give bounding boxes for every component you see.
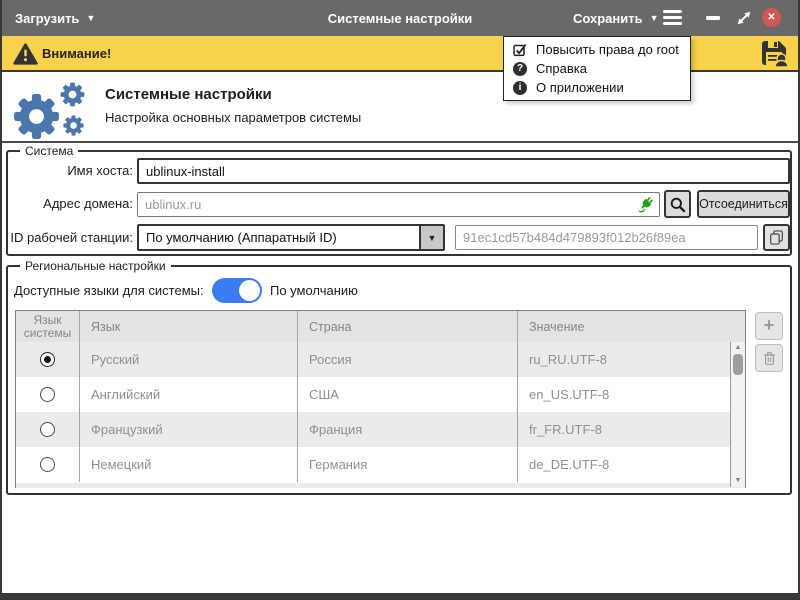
- workstation-id-label: ID рабочей станции:: [8, 224, 133, 251]
- system-language-radio[interactable]: [40, 422, 55, 437]
- table-row[interactable]: Французкий Франция fr_FR.UTF-8: [16, 412, 745, 447]
- chevron-down-icon: ▼: [86, 14, 95, 23]
- system-language-radio[interactable]: [40, 387, 55, 402]
- trash-icon: [761, 350, 778, 367]
- disconnect-button[interactable]: Отсоединиться: [697, 190, 790, 218]
- cell-country: США: [298, 377, 518, 412]
- select-arrow-icon: ▼: [419, 226, 443, 249]
- load-menu-label: Загрузить: [15, 11, 79, 26]
- cell-country: Германия: [298, 447, 518, 482]
- col-header-system-language: Язык системы: [16, 311, 80, 342]
- titlebar: Загрузить ▼ Системные настройки Сохранит…: [0, 0, 800, 36]
- table-row[interactable]: Русский Россия ru_RU.UTF-8: [16, 342, 745, 377]
- system-section: Система Имя хоста: Адрес домена:: [6, 150, 792, 256]
- disconnect-label: Отсоединиться: [699, 197, 788, 211]
- save-user-icon: [760, 39, 788, 67]
- cell-language: Немецкий: [80, 447, 298, 482]
- workstation-id-selected-option: По умолчанию (Аппаратный ID): [139, 226, 419, 249]
- languages-toggle[interactable]: [212, 278, 262, 303]
- save-as-user-button[interactable]: [760, 39, 788, 67]
- workstation-id-value-input[interactable]: [455, 225, 758, 250]
- languages-table: Язык системы Язык Страна Значение Русски…: [15, 310, 746, 488]
- add-language-button[interactable]: +: [755, 312, 783, 340]
- scrollbar-thumb[interactable]: [733, 354, 743, 375]
- scroll-up-icon[interactable]: ▲: [731, 343, 745, 353]
- gears-icon: [10, 80, 94, 142]
- checkbox-checked-icon: [513, 43, 527, 57]
- table-header: Язык системы Язык Страна Значение: [16, 311, 745, 342]
- cell-language: Французкий: [80, 412, 298, 447]
- regional-legend: Региональные настройки: [20, 259, 171, 273]
- table-partial-row: [16, 482, 745, 488]
- maximize-button[interactable]: [735, 9, 753, 27]
- cell-country: Франция: [298, 412, 518, 447]
- cell-value: de_DE.UTF-8: [518, 447, 745, 482]
- hostname-input[interactable]: [137, 158, 790, 184]
- save-menu-button[interactable]: Сохранить ▼: [573, 0, 659, 36]
- window-bottom-frame: [0, 593, 800, 600]
- languages-toggle-label: Доступные языки для системы:: [14, 278, 204, 303]
- resize-icon: [735, 9, 753, 27]
- domain-input[interactable]: [137, 192, 660, 217]
- copy-id-button[interactable]: [763, 224, 790, 251]
- col-header-country: Страна: [298, 311, 518, 342]
- scroll-down-icon[interactable]: ▼: [731, 476, 745, 486]
- load-menu-button[interactable]: Загрузить ▼: [15, 0, 95, 36]
- hamburger-menu-button[interactable]: [663, 10, 682, 25]
- system-language-radio[interactable]: [40, 457, 55, 472]
- question-circle-icon: ?: [513, 62, 527, 76]
- cell-country: Россия: [298, 342, 518, 377]
- domain-label: Адрес домена:: [8, 191, 133, 217]
- cell-value: fr_FR.UTF-8: [518, 412, 745, 447]
- search-icon: [669, 196, 686, 213]
- menu-item-elevate-root[interactable]: Повысить права до root: [504, 40, 690, 59]
- minimize-button[interactable]: [706, 16, 720, 20]
- plug-connected-icon: [636, 195, 655, 214]
- domain-field-wrap: [137, 192, 660, 217]
- cell-language: Английский: [80, 377, 298, 412]
- hostname-label: Имя хоста:: [8, 158, 133, 184]
- window-title: Системные настройки: [328, 0, 473, 36]
- info-circle-icon: i: [513, 81, 527, 95]
- system-legend: Система: [20, 144, 78, 158]
- workstation-id-select[interactable]: По умолчанию (Аппаратный ID) ▼: [137, 224, 445, 251]
- copy-icon: [768, 229, 785, 246]
- app-menu: Повысить права до root ? Справка i О при…: [503, 36, 691, 101]
- close-button[interactable]: ✕: [762, 8, 781, 27]
- system-language-radio[interactable]: [40, 352, 55, 367]
- page-subtitle: Настройка основных параметров системы: [105, 110, 361, 125]
- regional-section: Региональные настройки Доступные языки д…: [6, 265, 792, 495]
- table-scrollbar[interactable]: ▲ ▼: [730, 342, 745, 487]
- cell-value: ru_RU.UTF-8: [518, 342, 745, 377]
- delete-language-button[interactable]: [755, 344, 783, 372]
- chevron-down-icon: ▼: [650, 14, 659, 23]
- save-menu-label: Сохранить: [573, 11, 643, 26]
- menu-item-about[interactable]: i О приложении: [504, 78, 690, 97]
- toggle-knob: [239, 280, 260, 301]
- page-title: Системные настройки: [105, 86, 272, 103]
- table-body: Русский Россия ru_RU.UTF-8 Английский СШ…: [16, 342, 745, 482]
- menu-item-help[interactable]: ? Справка: [504, 59, 690, 78]
- table-row[interactable]: Немецкий Германия de_DE.UTF-8: [16, 447, 745, 482]
- domain-search-button[interactable]: [664, 190, 691, 218]
- col-header-language: Язык: [80, 311, 298, 342]
- warning-label: Внимание!: [42, 36, 111, 70]
- cell-language: Русский: [80, 342, 298, 377]
- warning-icon: [13, 43, 38, 65]
- close-icon: ✕: [767, 12, 775, 23]
- table-row[interactable]: Английский США en_US.UTF-8: [16, 377, 745, 412]
- languages-toggle-state: По умолчанию: [270, 278, 358, 303]
- cell-value: en_US.UTF-8: [518, 377, 745, 412]
- app-window: Загрузить ▼ Системные настройки Сохранит…: [0, 0, 800, 600]
- col-header-value: Значение: [518, 311, 745, 342]
- plus-icon: +: [764, 316, 775, 334]
